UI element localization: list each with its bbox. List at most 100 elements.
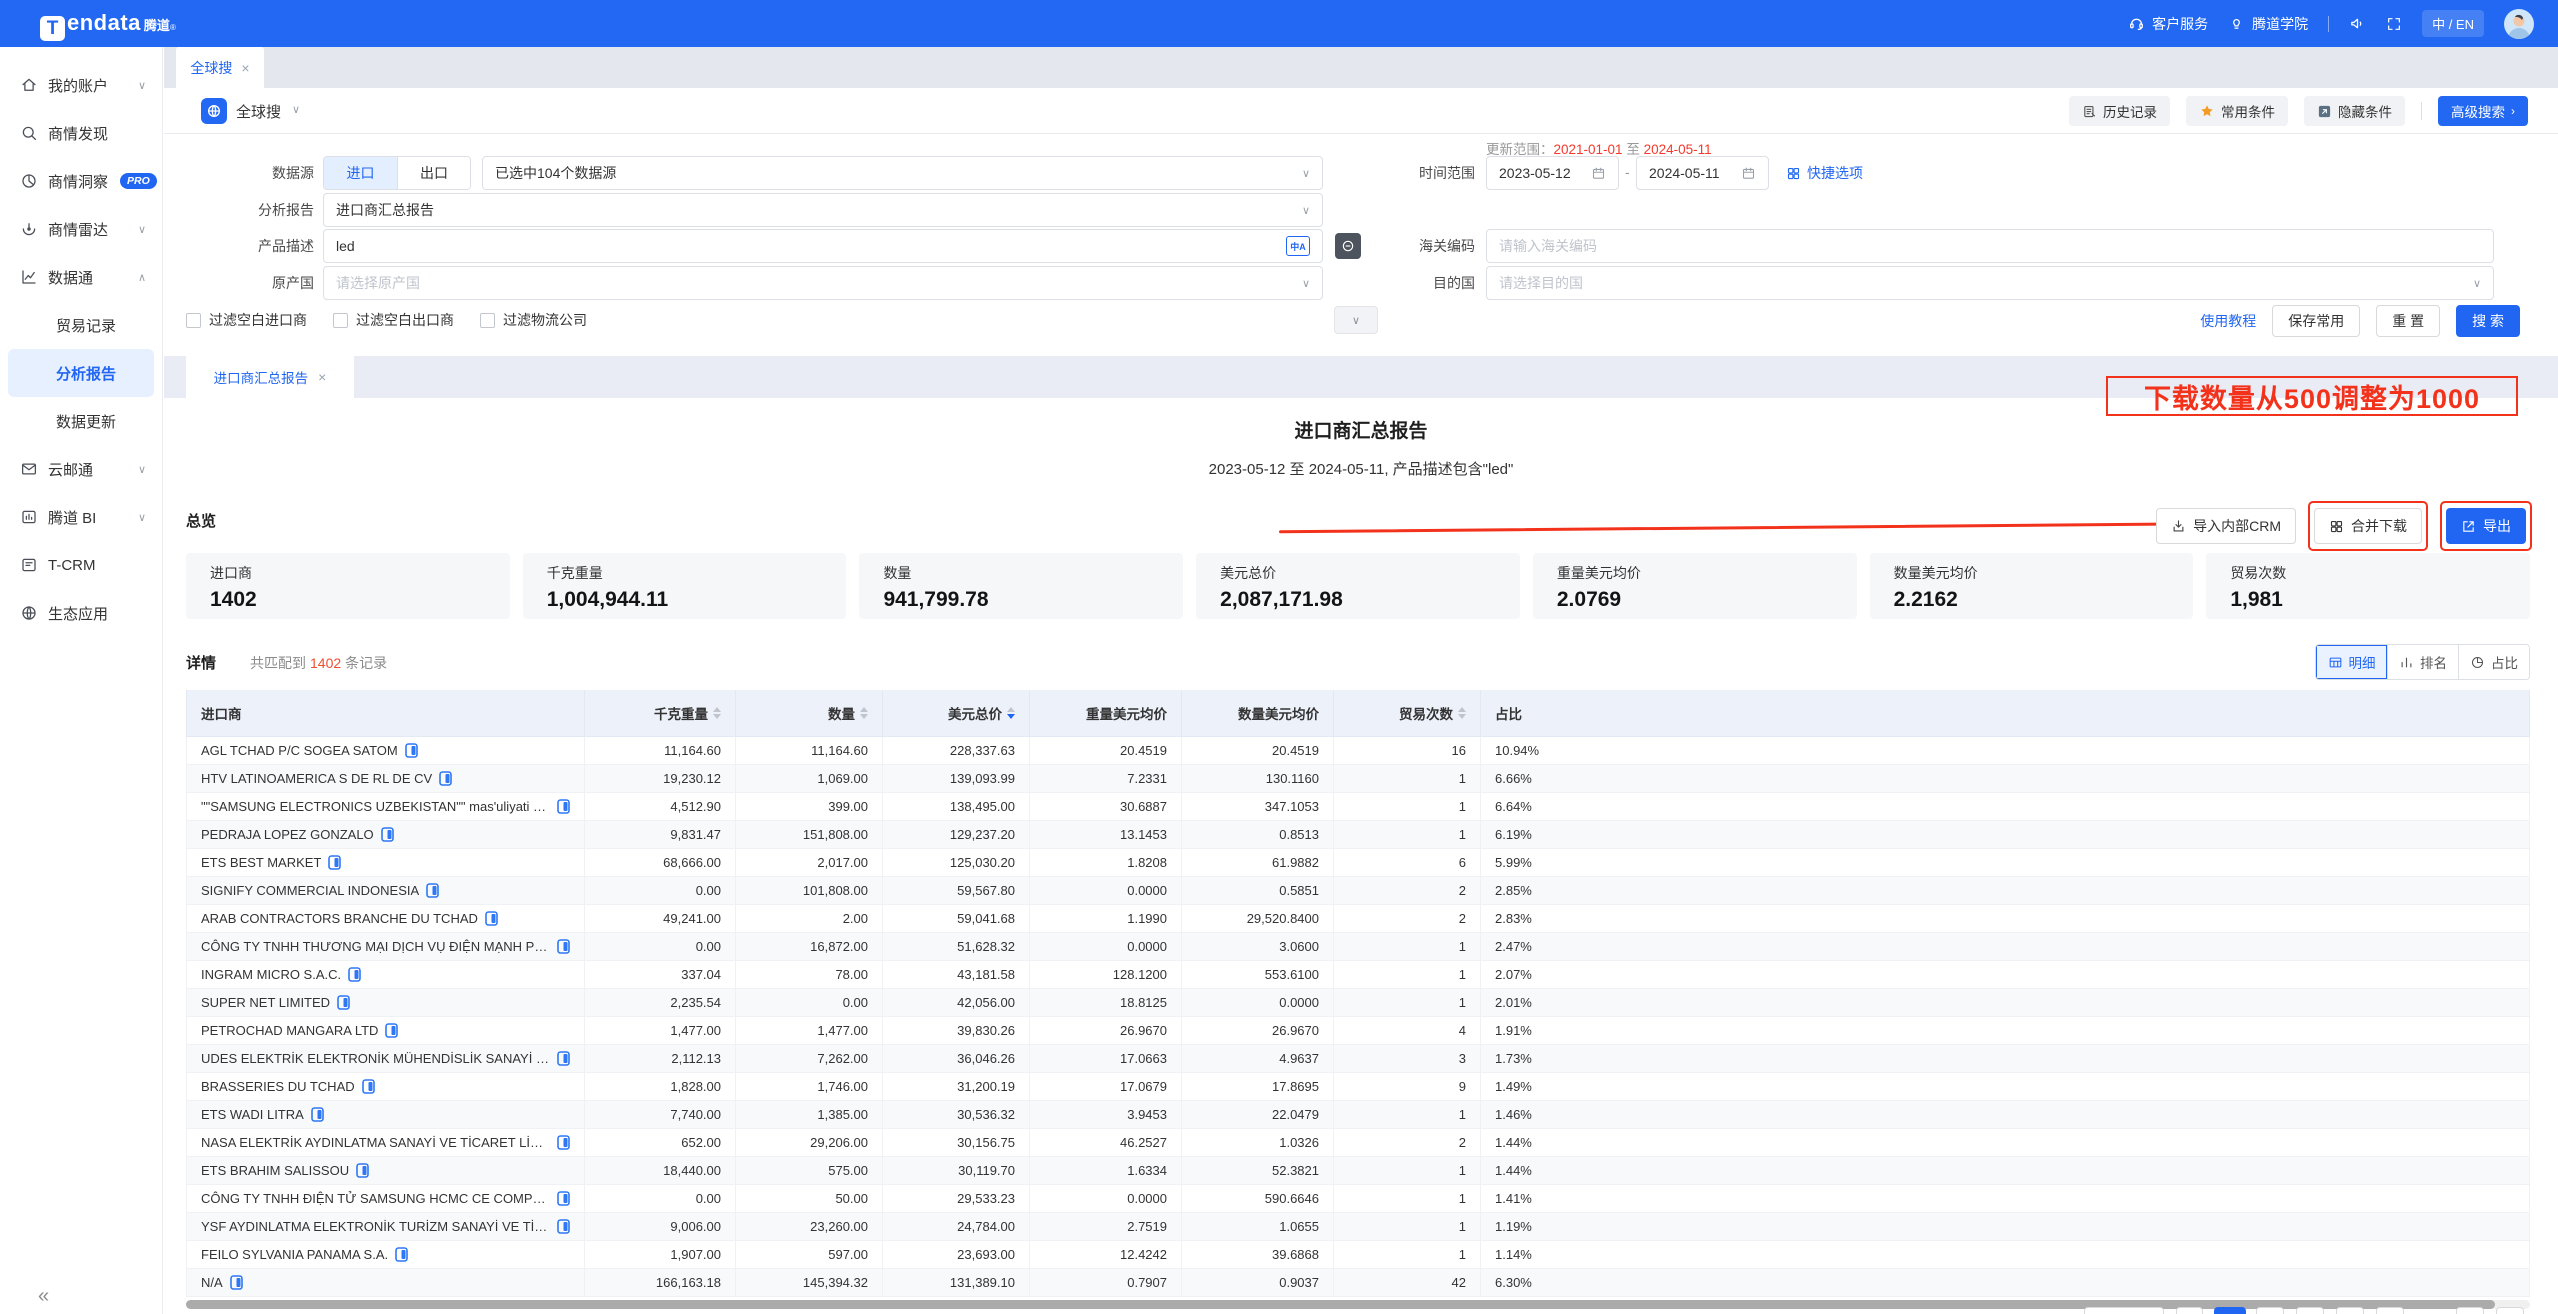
report-type-select[interactable]: 进口商汇总报告 ∨ (323, 193, 1323, 227)
tab-global-search[interactable]: 全球搜 × (176, 47, 264, 88)
company-profile-icon[interactable] (557, 1051, 570, 1066)
pagination-button[interactable] (2456, 1307, 2484, 1314)
importer-name[interactable]: CÔNG TY TNHH THƯƠNG MẠI DỊCH VỤ ĐIỆN MẠN… (201, 939, 550, 954)
view-排名[interactable]: 排名 (2387, 645, 2458, 679)
company-profile-icon[interactable] (385, 1023, 398, 1038)
table-row[interactable]: AGL TCHAD P/C SOGEA SATOM11,164.6011,164… (187, 736, 2530, 764)
close-icon[interactable]: × (318, 369, 326, 385)
table-row[interactable]: HTV LATINOAMERICA S DE RL DE CV19,230.12… (187, 764, 2530, 792)
company-profile-icon[interactable] (485, 911, 498, 926)
sort-icon[interactable] (713, 707, 721, 719)
sidebar-item-T-CRM[interactable]: T-CRM (0, 541, 162, 589)
table-row[interactable]: BRASSERIES DU TCHAD1,828.001,746.0031,20… (187, 1072, 2530, 1100)
collapse-filters-button[interactable]: ∨ (1334, 306, 1378, 334)
company-profile-icon[interactable] (557, 1135, 570, 1150)
importer-name[interactable]: N/A (201, 1275, 223, 1290)
sort-icon[interactable] (1458, 707, 1466, 719)
chevron-down-icon[interactable]: ∨ (292, 103, 300, 116)
importer-name[interactable]: AGL TCHAD P/C SOGEA SATOM (201, 743, 398, 758)
company-profile-icon[interactable] (395, 1247, 408, 1262)
user-avatar[interactable] (2504, 9, 2534, 39)
product-desc-input[interactable]: led 中A (323, 229, 1323, 263)
date-from-input[interactable]: 2023-05-12 (1486, 156, 1619, 190)
importer-name[interactable]: INGRAM MICRO S.A.C. (201, 967, 341, 982)
table-row[interactable]: ARAB CONTRACTORS BRANCHE DU TCHAD49,241.… (187, 904, 2530, 932)
table-row[interactable]: INGRAM MICRO S.A.C.337.0478.0043,181.581… (187, 960, 2530, 988)
importer-name[interactable]: PEDRAJA LOPEZ GONZALO (201, 827, 374, 842)
pagination-button[interactable] (2496, 1307, 2524, 1314)
search-panel-title[interactable]: 全球搜 (236, 101, 281, 122)
sidebar-item-数据通[interactable]: 数据通∧ (0, 253, 162, 301)
company-profile-icon[interactable] (557, 1191, 570, 1206)
date-to-input[interactable]: 2024-05-11 (1636, 156, 1769, 190)
save-favorite-button[interactable]: 保存常用 (2272, 305, 2360, 337)
importer-name[interactable]: PETROCHAD MANGARA LTD (201, 1023, 378, 1038)
merge-download-button[interactable]: 合并下载 (2314, 508, 2422, 544)
exact-match-icon[interactable] (1335, 233, 1361, 259)
checkbox-icon[interactable] (186, 313, 201, 328)
checkbox-过滤物流公司[interactable]: 过滤物流公司 (480, 310, 587, 330)
reset-button[interactable]: 重 置 (2376, 305, 2440, 337)
company-profile-icon[interactable] (426, 883, 439, 898)
customer-service-button[interactable]: 客户服务 (2128, 14, 2208, 34)
sidebar-collapse-button[interactable]: « (38, 1285, 49, 1308)
importer-name[interactable]: ETS WADI LITRA (201, 1107, 304, 1122)
hs-code-input[interactable]: 请输入海关编码 (1486, 229, 2494, 263)
checkbox-icon[interactable] (480, 313, 495, 328)
company-profile-icon[interactable] (557, 1219, 570, 1234)
sidebar-item-云邮通[interactable]: 云邮通∨ (0, 445, 162, 493)
company-profile-icon[interactable] (356, 1163, 369, 1178)
table-row[interactable]: ETS BRAHIM SALISSOU18,440.00575.0030,119… (187, 1156, 2530, 1184)
company-profile-icon[interactable] (439, 771, 452, 786)
fullscreen-icon[interactable] (2386, 16, 2402, 32)
announcement-icon[interactable] (2349, 15, 2366, 32)
tutorial-link[interactable]: 使用教程 (2200, 311, 2256, 331)
importer-name[interactable]: CÔNG TY TNHH ĐIỆN TỬ SAMSUNG HCMC CE COM… (201, 1191, 550, 1206)
table-row[interactable]: SUPER NET LIMITED2,235.540.0042,056.0018… (187, 988, 2530, 1016)
column-header-贸易次数[interactable]: 贸易次数 (1334, 690, 1481, 736)
table-row[interactable]: N/A166,163.18145,394.32131,389.100.79070… (187, 1268, 2530, 1296)
company-profile-icon[interactable] (311, 1107, 324, 1122)
checkbox-icon[interactable] (333, 313, 348, 328)
column-header-千克重量[interactable]: 千克重量 (585, 690, 736, 736)
company-profile-icon[interactable] (557, 939, 570, 954)
translate-icon[interactable]: 中A (1286, 236, 1310, 256)
pagination-button[interactable] (2256, 1307, 2284, 1314)
pagination-button[interactable] (2296, 1307, 2324, 1314)
pagination-button[interactable] (2084, 1307, 2164, 1314)
column-header-美元总价[interactable]: 美元总价 (883, 690, 1030, 736)
origin-country-select[interactable]: 请选择原产国 ∨ (323, 266, 1323, 300)
company-profile-icon[interactable] (405, 743, 418, 758)
table-row[interactable]: ETS WADI LITRA7,740.001,385.0030,536.323… (187, 1100, 2530, 1128)
checkbox-过滤空白进口商[interactable]: 过滤空白进口商 (186, 310, 307, 330)
sidebar-item-分析报告[interactable]: 分析报告 (8, 349, 154, 397)
favorite-conditions-button[interactable]: 常用条件 (2186, 96, 2288, 126)
company-profile-icon[interactable] (381, 827, 394, 842)
company-profile-icon[interactable] (557, 799, 570, 814)
close-icon[interactable]: × (241, 60, 249, 76)
sidebar-item-商情雷达[interactable]: 商情雷达∨ (0, 205, 162, 253)
company-profile-icon[interactable] (348, 967, 361, 982)
pagination-current-page[interactable] (2214, 1307, 2246, 1314)
sidebar-item-商情洞察[interactable]: 商情洞察PRO (0, 157, 162, 205)
table-row[interactable]: UDES ELEKTRİK ELEKTRONİK MÜHENDİSLİK SAN… (187, 1044, 2530, 1072)
company-profile-icon[interactable] (362, 1079, 375, 1094)
pagination-button[interactable] (2336, 1307, 2364, 1314)
importer-name[interactable]: ETS BRAHIM SALISSOU (201, 1163, 349, 1178)
table-row[interactable]: CÔNG TY TNHH THƯƠNG MẠI DỊCH VỤ ĐIỆN MẠN… (187, 932, 2530, 960)
sidebar-item-数据更新[interactable]: 数据更新 (0, 397, 162, 445)
import-toggle[interactable]: 进口 (324, 157, 397, 189)
view-明细[interactable]: 明细 (2316, 645, 2387, 679)
company-profile-icon[interactable] (328, 855, 341, 870)
column-header-数量[interactable]: 数量 (736, 690, 883, 736)
advanced-search-button[interactable]: 高级搜索 › (2438, 96, 2528, 126)
table-row[interactable]: PETROCHAD MANGARA LTD1,477.001,477.0039,… (187, 1016, 2530, 1044)
quick-options-link[interactable]: 快捷选项 (1786, 156, 1863, 190)
table-row[interactable]: ""SAMSUNG ELECTRONICS UZBEKISTAN"" mas'u… (187, 792, 2530, 820)
importer-name[interactable]: NASA ELEKTRİK AYDINLATMA SANAYİ VE TİCAR… (201, 1135, 550, 1150)
datasource-select[interactable]: 已选中104个数据源 ∨ (482, 156, 1323, 190)
dest-country-select[interactable]: 请选择目的国 ∨ (1486, 266, 2494, 300)
language-switch[interactable]: 中 / EN (2422, 10, 2484, 37)
table-row[interactable]: SIGNIFY COMMERCIAL INDONESIA0.00101,808.… (187, 876, 2530, 904)
importer-name[interactable]: FEILO SYLVANIA PANAMA S.A. (201, 1247, 388, 1262)
